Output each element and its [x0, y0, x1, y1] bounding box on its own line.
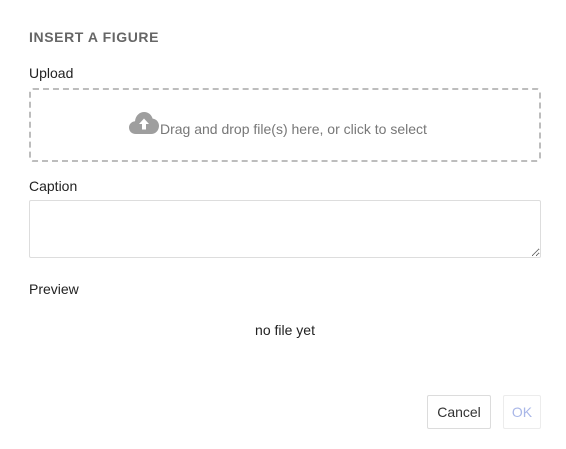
upload-dropzone[interactable]: Drag and drop file(s) here, or click to …	[29, 88, 541, 162]
ok-button[interactable]: OK	[503, 395, 541, 429]
cancel-button[interactable]: Cancel	[427, 395, 491, 429]
insert-figure-dialog: INSERT A FIGURE Upload Drag and drop fil…	[0, 0, 566, 449]
caption-input[interactable]	[29, 200, 541, 258]
cloud-upload-icon	[129, 110, 159, 136]
dialog-title: INSERT A FIGURE	[29, 29, 160, 45]
dropzone-content: Drag and drop file(s) here, or click to …	[129, 106, 427, 137]
preview-empty-text: no file yet	[255, 322, 315, 338]
upload-label: Upload	[29, 65, 74, 81]
caption-label: Caption	[29, 178, 78, 194]
dropzone-text: Drag and drop file(s) here, or click to …	[160, 121, 427, 137]
preview-label: Preview	[29, 281, 79, 297]
